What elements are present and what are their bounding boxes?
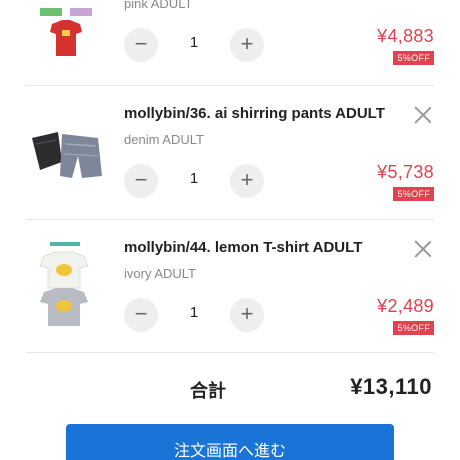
decrease-quantity-button[interactable]: − bbox=[124, 164, 158, 198]
discount-badge: 5%OFF bbox=[393, 51, 434, 65]
pants-icon bbox=[32, 132, 102, 178]
close-icon[interactable] bbox=[414, 240, 432, 258]
total-amount: ¥13,110 bbox=[350, 374, 432, 399]
increase-quantity-button[interactable]: + bbox=[230, 28, 264, 62]
quantity-stepper: − 1 + bbox=[124, 164, 264, 198]
quantity-stepper: − 1 + bbox=[124, 28, 264, 62]
item-price: ¥4,883 bbox=[377, 26, 434, 46]
item-price: ¥5,738 bbox=[377, 162, 434, 182]
total-label: 合計 bbox=[190, 381, 226, 401]
increase-quantity-button[interactable]: + bbox=[230, 164, 264, 198]
variant-label: ivory ADULT bbox=[124, 266, 196, 281]
cart-item: pink ADULT − 1 + ¥4,883 5%OFF bbox=[26, 0, 434, 84]
close-icon[interactable] bbox=[414, 106, 432, 124]
quantity-stepper: − 1 + bbox=[124, 298, 264, 332]
order-total: 合計 ¥13,110 bbox=[0, 368, 460, 408]
product-name[interactable]: mollybin/44. lemon T-shirt ADULT bbox=[124, 239, 362, 256]
item-price: ¥2,489 bbox=[377, 296, 434, 316]
quantity-value: 1 bbox=[189, 170, 199, 187]
product-name[interactable]: mollybin/36. ai shirring pants ADULT bbox=[124, 105, 385, 122]
decrease-quantity-button[interactable]: − bbox=[124, 28, 158, 62]
tshirt-lemon-icon bbox=[39, 242, 89, 326]
quantity-value: 1 bbox=[189, 304, 199, 321]
increase-quantity-button[interactable]: + bbox=[230, 298, 264, 332]
variant-label: pink ADULT bbox=[124, 0, 193, 11]
quantity-value: 1 bbox=[189, 34, 199, 51]
discount-badge: 5%OFF bbox=[393, 187, 434, 201]
variant-label: denim ADULT bbox=[124, 132, 204, 147]
decrease-quantity-button[interactable]: − bbox=[124, 298, 158, 332]
cart-item: mollybin/36. ai shirring pants ADULT den… bbox=[26, 85, 434, 219]
proceed-to-order-button[interactable]: 注文画面へ進む bbox=[66, 424, 394, 460]
discount-badge: 5%OFF bbox=[393, 321, 434, 335]
tshirt-red-icon bbox=[40, 8, 92, 56]
cart-item: mollybin/44. lemon T-shirt ADULT ivory A… bbox=[26, 219, 434, 353]
